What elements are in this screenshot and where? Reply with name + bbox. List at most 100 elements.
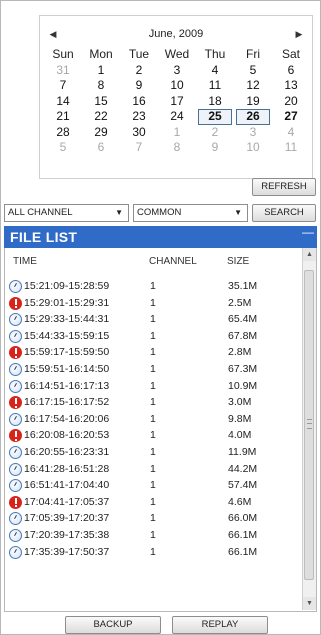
row-time: 15:29:33-15:44:31 — [24, 313, 110, 326]
file-list-row[interactable]: 16:20:08-16:20:53 1 4.0M — [5, 427, 303, 444]
calendar-day[interactable]: 18 — [196, 94, 234, 110]
calendar-day[interactable]: 23 — [120, 109, 158, 125]
calendar-day[interactable]: 26 — [236, 109, 270, 125]
calendar-day[interactable]: 14 — [44, 94, 82, 110]
search-button[interactable]: SEARCH — [252, 204, 316, 222]
chevron-down-icon: ▼ — [234, 208, 242, 217]
calendar-day[interactable]: 12 — [234, 78, 272, 94]
date-calendar: ◀ June, 2009 ▶ Sun Mon Tue Wed Thu Fri Sat 31 1 2… — [39, 15, 313, 179]
calendar-day[interactable]: 31 — [44, 63, 82, 79]
calendar-week-row: 5 6 7 8 9 10 11 — [44, 140, 310, 156]
channel-select[interactable]: ALL CHANNEL ▼ — [4, 204, 129, 222]
row-channel: 1 — [150, 379, 156, 392]
vertical-scrollbar[interactable]: ▲ ▼ — [302, 248, 316, 610]
calendar-day[interactable]: 22 — [82, 109, 120, 125]
file-list-header: FILE LIST — — [4, 226, 317, 248]
column-header-time[interactable]: TIME — [13, 256, 37, 267]
scroll-down-icon[interactable]: ▼ — [303, 597, 316, 610]
file-list-row[interactable]: 17:20:39-17:35:38 1 66.1M — [5, 527, 303, 544]
row-time: 17:20:39-17:35:38 — [24, 528, 110, 541]
calendar-day[interactable]: 8 — [158, 140, 196, 156]
calendar-week-row: 14 15 16 17 18 19 20 — [44, 94, 310, 110]
calendar-day[interactable]: 11 — [272, 140, 310, 156]
calendar-day[interactable]: 1 — [158, 125, 196, 141]
calendar-day[interactable]: 10 — [234, 140, 272, 156]
replay-button[interactable]: REPLAY — [172, 616, 268, 634]
weekday-label: Thu — [204, 47, 226, 61]
file-list-row[interactable]: 16:41:28-16:51:28 1 44.2M — [5, 461, 303, 478]
calendar-day[interactable]: 25 — [198, 109, 232, 125]
calendar-day[interactable]: 8 — [82, 78, 120, 94]
clock-icon — [9, 528, 22, 542]
file-list-row[interactable]: 15:44:33-15:59:15 1 67.8M — [5, 328, 303, 345]
column-header-channel[interactable]: CHANNEL — [149, 256, 197, 267]
row-channel: 1 — [150, 412, 156, 425]
file-list-row[interactable]: 17:04:41-17:05:37 1 4.6M — [5, 494, 303, 511]
file-list-row[interactable]: 15:59:17-15:59:50 1 2.8M — [5, 344, 303, 361]
caret-right-icon[interactable]: ▶ — [292, 26, 306, 42]
row-size: 66.1M — [228, 545, 258, 558]
calendar-header: ◀ June, 2009 ▶ — [40, 26, 312, 44]
backup-button[interactable]: BACKUP — [65, 616, 161, 634]
calendar-grid: Sun Mon Tue Wed Thu Fri Sat 31 1 2 3 4 5 6 7 8 9 10 11 12 13… — [44, 47, 310, 156]
file-list-row[interactable]: 16:14:51-16:17:13 1 10.9M — [5, 378, 303, 395]
calendar-day[interactable]: 11 — [196, 78, 234, 94]
file-list-row[interactable]: 17:05:39-17:20:37 1 66.0M — [5, 510, 303, 527]
clock-icon — [9, 512, 22, 526]
calendar-day[interactable]: 7 — [44, 78, 82, 94]
calendar-day[interactable]: 19 — [234, 94, 272, 110]
calendar-day[interactable]: 28 — [44, 125, 82, 141]
calendar-day[interactable]: 6 — [82, 140, 120, 156]
calendar-day[interactable]: 5 — [44, 140, 82, 156]
scroll-up-icon[interactable]: ▲ — [303, 248, 316, 261]
calendar-day[interactable]: 20 — [272, 94, 310, 110]
calendar-day[interactable]: 29 — [82, 125, 120, 141]
column-header-size[interactable]: SIZE — [227, 256, 249, 267]
calendar-day[interactable]: 2 — [120, 63, 158, 79]
calendar-day[interactable]: 7 — [120, 140, 158, 156]
file-list-row[interactable]: 15:29:33-15:44:31 1 65.4M — [5, 311, 303, 328]
row-time: 17:35:39-17:50:37 — [24, 545, 110, 558]
row-size: 67.8M — [228, 329, 258, 342]
calendar-day[interactable]: 2 — [196, 125, 234, 141]
calendar-day[interactable]: 9 — [120, 78, 158, 94]
calendar-day[interactable]: 5 — [234, 63, 272, 79]
calendar-day[interactable]: 1 — [82, 63, 120, 79]
clock-icon — [9, 462, 22, 476]
file-list-row[interactable]: 16:17:54-16:20:06 1 9.8M — [5, 411, 303, 428]
scrollbar-thumb[interactable] — [304, 270, 314, 580]
calendar-day[interactable]: 9 — [196, 140, 234, 156]
clock-icon — [9, 545, 22, 559]
calendar-day[interactable]: 4 — [196, 63, 234, 79]
file-list-row[interactable]: 15:21:09-15:28:59 1 35.1M — [5, 278, 303, 295]
file-list-row[interactable]: 16:51:41-17:04:40 1 57.4M — [5, 477, 303, 494]
calendar-day[interactable]: 17 — [158, 94, 196, 110]
calendar-day[interactable]: 3 — [158, 63, 196, 79]
weekday-label: Sun — [52, 47, 74, 61]
calendar-day[interactable]: 16 — [120, 94, 158, 110]
calendar-day[interactable]: 6 — [272, 63, 310, 79]
record-mode-select[interactable]: COMMON ▼ — [133, 204, 248, 222]
row-channel: 1 — [150, 296, 156, 309]
calendar-day[interactable]: 15 — [82, 94, 120, 110]
calendar-day[interactable]: 27 — [272, 109, 310, 125]
calendar-week-row: 28 29 30 1 2 3 4 — [44, 125, 310, 141]
record-mode-select-value: COMMON — [137, 207, 182, 218]
file-list-row[interactable]: 16:20:55-16:23:31 1 11.9M — [5, 444, 303, 461]
calendar-day[interactable]: 30 — [120, 125, 158, 141]
calendar-day[interactable]: 13 — [272, 78, 310, 94]
file-list-row[interactable]: 15:29:01-15:29:31 1 2.5M — [5, 295, 303, 312]
file-list-row[interactable]: 17:35:39-17:50:37 1 66.1M — [5, 544, 303, 561]
file-list: TIME CHANNEL SIZE 15:21:09-15:28:59 1 35.1… — [4, 248, 317, 612]
minimize-icon[interactable]: — — [302, 226, 314, 238]
file-list-row[interactable]: 15:59:51-16:14:50 1 67.3M — [5, 361, 303, 378]
file-list-row[interactable]: 16:17:15-16:17:52 1 3.0M — [5, 394, 303, 411]
calendar-day[interactable]: 10 — [158, 78, 196, 94]
calendar-day[interactable]: 24 — [158, 109, 196, 125]
calendar-day[interactable]: 3 — [234, 125, 272, 141]
refresh-button[interactable]: REFRESH — [252, 178, 316, 196]
calendar-day[interactable]: 4 — [272, 125, 310, 141]
row-size: 3.0M — [228, 396, 252, 409]
calendar-day[interactable]: 21 — [44, 109, 82, 125]
recording-search-panel: ◀ June, 2009 ▶ Sun Mon Tue Wed Thu Fri Sat 31 1 2… — [0, 0, 321, 635]
